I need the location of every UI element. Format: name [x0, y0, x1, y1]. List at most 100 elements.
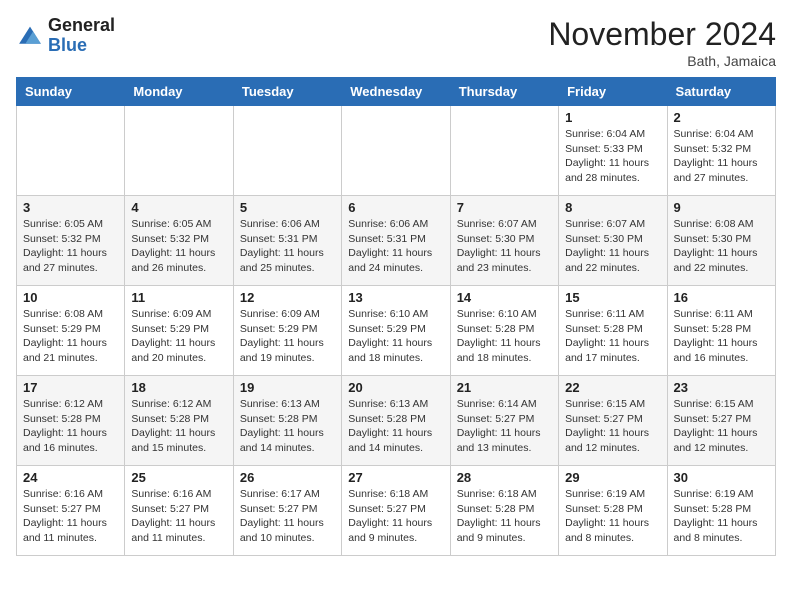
- day-info: Sunrise: 6:09 AMSunset: 5:29 PMDaylight:…: [131, 307, 226, 366]
- title-block: November 2024 Bath, Jamaica: [548, 16, 776, 69]
- calendar-cell: 7 Sunrise: 6:07 AMSunset: 5:30 PMDaylight…: [450, 196, 558, 286]
- day-number: 21: [457, 380, 552, 395]
- day-number: 1: [565, 110, 660, 125]
- day-number: 3: [23, 200, 118, 215]
- calendar-cell: 4Sunrise: 6:05 AMSunset: 5:32 PMDaylight…: [125, 196, 233, 286]
- calendar-week-row: 10Sunrise: 6:08 AMSunset: 5:29 PMDayligh…: [17, 286, 776, 376]
- day-info: Sunrise: 6:05 AMSunset: 5:32 PMDaylight:…: [131, 217, 226, 276]
- calendar-cell: 15Sunrise: 6:11 AMSunset: 5:28 PMDayligh…: [559, 286, 667, 376]
- location: Bath, Jamaica: [548, 53, 776, 69]
- calendar-cell: 13 Sunrise: 6:10 AMSunset: 5:29 PMDayligh…: [342, 286, 450, 376]
- day-info: Sunrise: 6:06 AMSunset: 5:31 PMDaylight:…: [348, 217, 443, 276]
- calendar-cell: 21 Sunrise: 6:14 AMSunset: 5:27 PMDayligh…: [450, 376, 558, 466]
- day-info: Sunrise: 6:10 AMSunset: 5:29 PMDaylight:…: [348, 307, 443, 366]
- calendar-cell: 24 Sunrise: 6:16 AMSunset: 5:27 PMDayligh…: [17, 466, 125, 556]
- day-number: 13: [348, 290, 443, 305]
- calendar-table: SundayMondayTuesdayWednesdayThursdayFrid…: [16, 77, 776, 556]
- weekday-header: Saturday: [667, 78, 775, 106]
- month-title: November 2024: [548, 16, 776, 53]
- calendar-cell: [233, 106, 341, 196]
- day-info: Sunrise: 6:04 AMSunset: 5:33 PMDaylight:…: [565, 127, 660, 186]
- day-info: Sunrise: 6:13 AMSunset: 5:28 PMDaylight:…: [240, 397, 335, 456]
- calendar-cell: 29 Sunrise: 6:19 AMSunset: 5:28 PMDayligh…: [559, 466, 667, 556]
- day-number: 9: [674, 200, 769, 215]
- weekday-header: Friday: [559, 78, 667, 106]
- logo-text: General Blue: [48, 16, 115, 56]
- day-number: 11: [131, 290, 226, 305]
- day-info: Sunrise: 6:17 AMSunset: 5:27 PMDaylight:…: [240, 487, 335, 546]
- weekday-header: Monday: [125, 78, 233, 106]
- calendar-cell: 11 Sunrise: 6:09 AMSunset: 5:29 PMDayligh…: [125, 286, 233, 376]
- calendar-cell: 14Sunrise: 6:10 AMSunset: 5:28 PMDayligh…: [450, 286, 558, 376]
- day-info: Sunrise: 6:15 AMSunset: 5:27 PMDaylight:…: [674, 397, 769, 456]
- day-info: Sunrise: 6:11 AMSunset: 5:28 PMDaylight:…: [674, 307, 769, 366]
- day-info: Sunrise: 6:13 AMSunset: 5:28 PMDaylight:…: [348, 397, 443, 456]
- calendar-cell: 10Sunrise: 6:08 AMSunset: 5:29 PMDayligh…: [17, 286, 125, 376]
- logo-blue: Blue: [48, 35, 87, 55]
- day-number: 29: [565, 470, 660, 485]
- calendar-cell: 1 Sunrise: 6:04 AMSunset: 5:33 PMDaylight…: [559, 106, 667, 196]
- day-info: Sunrise: 6:15 AMSunset: 5:27 PMDaylight:…: [565, 397, 660, 456]
- day-info: Sunrise: 6:06 AMSunset: 5:31 PMDaylight:…: [240, 217, 335, 276]
- day-info: Sunrise: 6:07 AMSunset: 5:30 PMDaylight:…: [565, 217, 660, 276]
- day-number: 6: [348, 200, 443, 215]
- day-info: Sunrise: 6:16 AMSunset: 5:27 PMDaylight:…: [131, 487, 226, 546]
- weekday-header: Thursday: [450, 78, 558, 106]
- day-number: 26: [240, 470, 335, 485]
- calendar-header-row: SundayMondayTuesdayWednesdayThursdayFrid…: [17, 78, 776, 106]
- day-info: Sunrise: 6:18 AMSunset: 5:28 PMDaylight:…: [457, 487, 552, 546]
- calendar-cell: 23 Sunrise: 6:15 AMSunset: 5:27 PMDayligh…: [667, 376, 775, 466]
- day-number: 14: [457, 290, 552, 305]
- calendar-cell: 26 Sunrise: 6:17 AMSunset: 5:27 PMDayligh…: [233, 466, 341, 556]
- calendar-cell: 25 Sunrise: 6:16 AMSunset: 5:27 PMDayligh…: [125, 466, 233, 556]
- day-info: Sunrise: 6:19 AMSunset: 5:28 PMDaylight:…: [674, 487, 769, 546]
- calendar-cell: 27 Sunrise: 6:18 AMSunset: 5:27 PMDayligh…: [342, 466, 450, 556]
- day-number: 2: [674, 110, 769, 125]
- day-number: 22: [565, 380, 660, 395]
- day-number: 18: [131, 380, 226, 395]
- day-info: Sunrise: 6:19 AMSunset: 5:28 PMDaylight:…: [565, 487, 660, 546]
- day-info: Sunrise: 6:08 AMSunset: 5:29 PMDaylight:…: [23, 307, 118, 366]
- day-info: Sunrise: 6:12 AMSunset: 5:28 PMDaylight:…: [23, 397, 118, 456]
- day-info: Sunrise: 6:16 AMSunset: 5:27 PMDaylight:…: [23, 487, 118, 546]
- calendar-cell: 9 Sunrise: 6:08 AMSunset: 5:30 PMDaylight…: [667, 196, 775, 286]
- day-number: 27: [348, 470, 443, 485]
- day-number: 5: [240, 200, 335, 215]
- calendar-cell: 2 Sunrise: 6:04 AMSunset: 5:32 PMDaylight…: [667, 106, 775, 196]
- day-number: 24: [23, 470, 118, 485]
- calendar-week-row: 1 Sunrise: 6:04 AMSunset: 5:33 PMDaylight…: [17, 106, 776, 196]
- day-number: 23: [674, 380, 769, 395]
- calendar-cell: 19 Sunrise: 6:13 AMSunset: 5:28 PMDayligh…: [233, 376, 341, 466]
- logo-icon: [16, 22, 44, 50]
- calendar-cell: 30 Sunrise: 6:19 AMSunset: 5:28 PMDayligh…: [667, 466, 775, 556]
- calendar-week-row: 24 Sunrise: 6:16 AMSunset: 5:27 PMDayligh…: [17, 466, 776, 556]
- weekday-header: Sunday: [17, 78, 125, 106]
- calendar-cell: 12Sunrise: 6:09 AMSunset: 5:29 PMDayligh…: [233, 286, 341, 376]
- calendar-week-row: 3 Sunrise: 6:05 AMSunset: 5:32 PMDaylight…: [17, 196, 776, 286]
- calendar-cell: 16 Sunrise: 6:11 AMSunset: 5:28 PMDayligh…: [667, 286, 775, 376]
- day-info: Sunrise: 6:14 AMSunset: 5:27 PMDaylight:…: [457, 397, 552, 456]
- calendar-cell: 20Sunrise: 6:13 AMSunset: 5:28 PMDayligh…: [342, 376, 450, 466]
- day-info: Sunrise: 6:04 AMSunset: 5:32 PMDaylight:…: [674, 127, 769, 186]
- day-number: 8: [565, 200, 660, 215]
- calendar-cell: 8 Sunrise: 6:07 AMSunset: 5:30 PMDaylight…: [559, 196, 667, 286]
- page-header: General Blue November 2024 Bath, Jamaica: [16, 16, 776, 69]
- day-info: Sunrise: 6:08 AMSunset: 5:30 PMDaylight:…: [674, 217, 769, 276]
- calendar-week-row: 17Sunrise: 6:12 AMSunset: 5:28 PMDayligh…: [17, 376, 776, 466]
- day-info: Sunrise: 6:18 AMSunset: 5:27 PMDaylight:…: [348, 487, 443, 546]
- calendar-cell: [450, 106, 558, 196]
- weekday-header: Wednesday: [342, 78, 450, 106]
- day-number: 30: [674, 470, 769, 485]
- day-info: Sunrise: 6:12 AMSunset: 5:28 PMDaylight:…: [131, 397, 226, 456]
- calendar-cell: 22 Sunrise: 6:15 AMSunset: 5:27 PMDayligh…: [559, 376, 667, 466]
- day-info: Sunrise: 6:07 AMSunset: 5:30 PMDaylight:…: [457, 217, 552, 276]
- day-number: 25: [131, 470, 226, 485]
- day-number: 28: [457, 470, 552, 485]
- day-number: 19: [240, 380, 335, 395]
- calendar-cell: [342, 106, 450, 196]
- calendar-cell: 17Sunrise: 6:12 AMSunset: 5:28 PMDayligh…: [17, 376, 125, 466]
- day-number: 16: [674, 290, 769, 305]
- calendar-cell: 28 Sunrise: 6:18 AMSunset: 5:28 PMDayligh…: [450, 466, 558, 556]
- day-number: 7: [457, 200, 552, 215]
- logo-general: General: [48, 15, 115, 35]
